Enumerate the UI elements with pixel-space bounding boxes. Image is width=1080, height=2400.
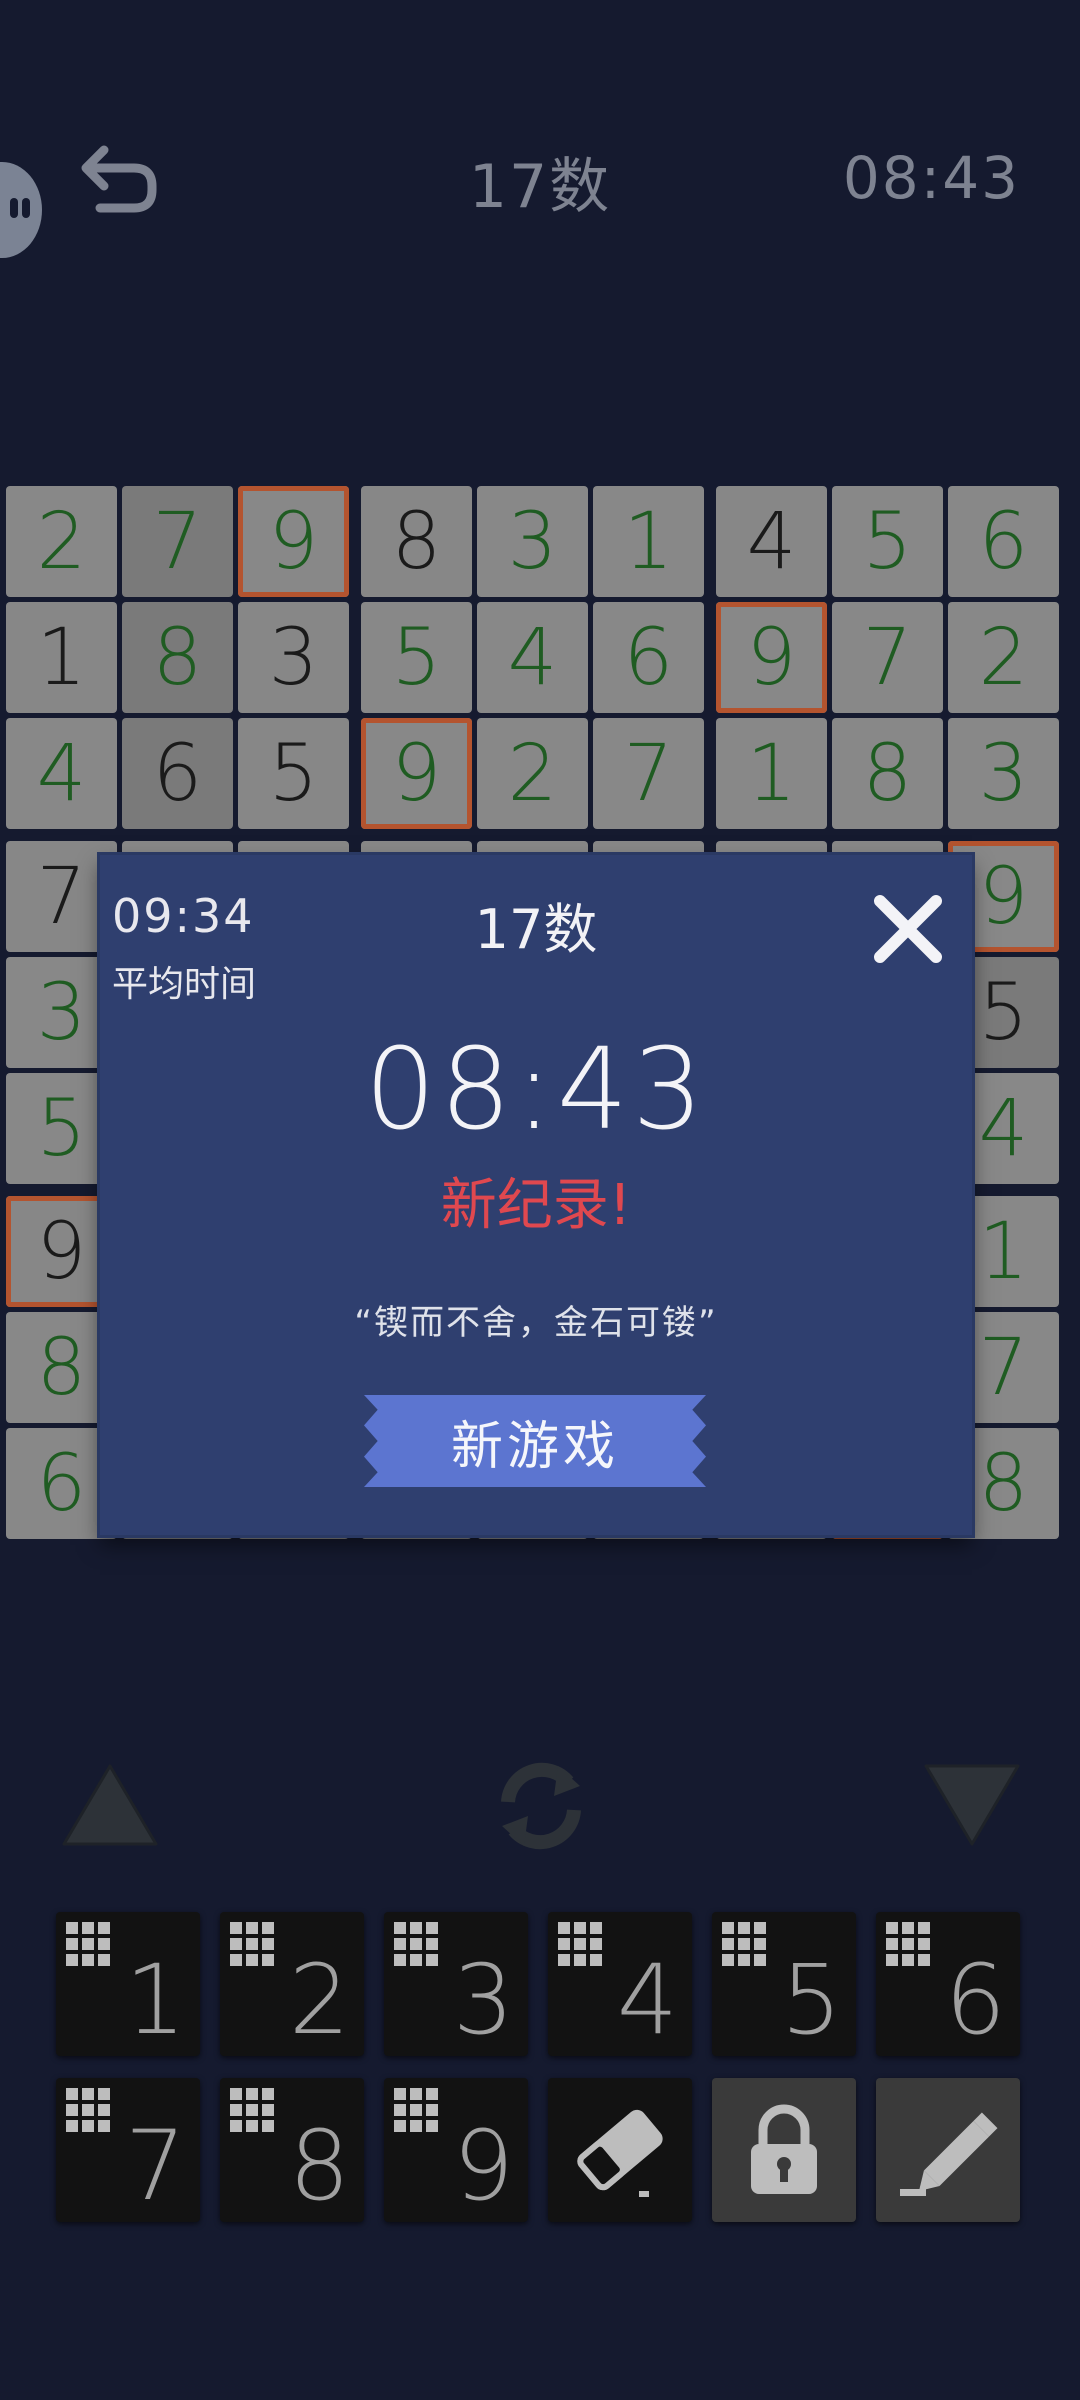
notes-grid-icon [66, 2088, 110, 2132]
lock-button[interactable] [712, 2078, 856, 2222]
notes-grid-icon [722, 1922, 766, 1966]
notes-grid-icon [394, 2088, 438, 2132]
board-cell[interactable]: 8 [832, 718, 943, 829]
next-button[interactable] [922, 1762, 1022, 1848]
board-cell[interactable]: 5 [361, 602, 472, 713]
notes-grid-icon [230, 2088, 274, 2132]
key-number: 8 [288, 2110, 350, 2222]
game-timer: 08:43 [842, 144, 1020, 212]
close-icon [874, 895, 942, 963]
board-cell[interactable]: 4 [477, 602, 588, 713]
pencil-button[interactable] [876, 2078, 1020, 2222]
notes-grid-icon [230, 1922, 274, 1966]
board-cell[interactable]: 9 [361, 718, 472, 829]
board-cell[interactable]: 3 [477, 486, 588, 597]
number-key-7[interactable]: 7 [56, 2078, 200, 2222]
notes-grid-icon [558, 1922, 602, 1966]
dialog-title: 17数 [474, 898, 598, 961]
number-key-2[interactable]: 2 [220, 1912, 364, 2056]
board-cell[interactable]: 4 [716, 486, 827, 597]
eraser-icon [577, 2109, 663, 2197]
key-number: 1 [124, 1944, 186, 2056]
triangle-up-icon [62, 1764, 158, 1846]
board-cell[interactable]: 3 [238, 602, 349, 713]
board-cell[interactable]: 8 [122, 602, 233, 713]
board-cell[interactable]: 6 [593, 602, 704, 713]
number-key-1[interactable]: 1 [56, 1912, 200, 2056]
board-cell[interactable]: 9 [238, 486, 349, 597]
number-key-8[interactable]: 8 [220, 2078, 364, 2222]
board-cell[interactable]: 2 [948, 602, 1059, 713]
key-number: 6 [944, 1944, 1006, 2056]
key-number: 3 [452, 1944, 514, 2056]
board-cell[interactable]: 5 [238, 718, 349, 829]
board-cell[interactable]: 7 [122, 486, 233, 597]
number-key-5[interactable]: 5 [712, 1912, 856, 2056]
new-record-label: 新纪录! [440, 1173, 632, 1238]
notes-grid-icon [394, 1922, 438, 1966]
board-cell[interactable]: 1 [716, 718, 827, 829]
board-cell[interactable]: 7 [593, 718, 704, 829]
pencil-icon [900, 2112, 998, 2196]
board-cell[interactable]: 3 [948, 718, 1059, 829]
board-cell[interactable]: 1 [6, 602, 117, 713]
board-cell[interactable]: 1 [593, 486, 704, 597]
triangle-down-icon [924, 1764, 1020, 1846]
close-button[interactable] [870, 891, 946, 967]
previous-button[interactable] [60, 1762, 160, 1848]
key-number: 9 [452, 2110, 514, 2222]
quote-text: “锲而不舍，金石可镂” [354, 1303, 718, 1343]
board-cell[interactable]: 2 [477, 718, 588, 829]
number-key-9[interactable]: 9 [384, 2078, 528, 2222]
notes-grid-icon [886, 1922, 930, 1966]
board-cell[interactable]: 4 [6, 718, 117, 829]
number-key-4[interactable]: 4 [548, 1912, 692, 2056]
eraser-button[interactable] [548, 2078, 692, 2222]
board-cell[interactable]: 2 [6, 486, 117, 597]
key-number: 2 [288, 1944, 350, 2056]
board-cell[interactable]: 5 [832, 486, 943, 597]
notes-grid-icon [66, 1922, 110, 1966]
number-key-3[interactable]: 3 [384, 1912, 528, 2056]
key-number: 7 [124, 2110, 186, 2222]
new-game-button[interactable]: 新游戏 [364, 1395, 706, 1487]
refresh-icon [501, 1762, 581, 1850]
board-cell[interactable]: 7 [832, 602, 943, 713]
board-cell[interactable]: 9 [716, 602, 827, 713]
top-bar: 17数 08:43 [0, 110, 1080, 258]
result-dialog: 09:34 平均时间 17数 08:43 新纪录! “锲而不舍，金石可镂” 新游… [100, 855, 972, 1535]
key-number: 5 [780, 1944, 842, 2056]
lock-icon [751, 2104, 817, 2194]
board-cell[interactable]: 6 [948, 486, 1059, 597]
number-key-6[interactable]: 6 [876, 1912, 1020, 2056]
completion-time: 08:43 [364, 1025, 708, 1155]
key-number: 4 [616, 1944, 678, 2056]
refresh-button[interactable] [488, 1756, 594, 1856]
board-cell[interactable]: 8 [361, 486, 472, 597]
board-cell[interactable]: 6 [122, 718, 233, 829]
number-keypad: 123456 789 [56, 1912, 1024, 2222]
